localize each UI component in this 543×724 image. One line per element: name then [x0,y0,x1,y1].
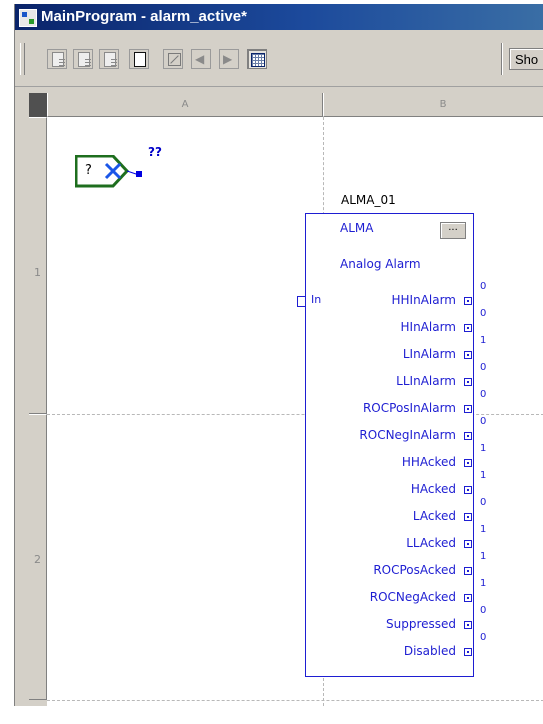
output-pin-value: 1 [480,578,487,589]
column-header-b[interactable]: B [323,93,543,117]
grid-toggle-button[interactable] [247,49,267,69]
properties-button[interactable] [47,49,67,69]
output-pin-value: 1 [480,551,487,562]
output-pin-label: LLInAlarm [396,374,456,388]
output-pin-label: LInAlarm [402,347,456,361]
block-properties-button[interactable]: ... [440,222,466,239]
show-dropdown[interactable]: Sho [509,48,543,70]
output-pin-value: 0 [480,362,487,373]
window-title: MainProgram - alarm_active* [41,8,247,25]
grid-icon [251,53,265,67]
column-header-a[interactable]: A [47,93,323,117]
new-sheet-icon [134,52,146,67]
output-pin-connector[interactable] [464,621,472,629]
output-pin-label: HInAlarm [400,320,456,334]
next-sheet-button[interactable]: ▶ [219,49,239,69]
output-pin-label: Suppressed [385,617,456,631]
output-pin-connector[interactable] [464,432,472,440]
row-divider [47,700,543,701]
block-description: Analog Alarm [340,257,421,271]
sheet-grid[interactable]: ? ?? ALMA_01 ALMA ... Analog Alarm In HH… [47,117,543,706]
alma-function-block[interactable]: ALMA ... Analog Alarm In HHInAlarm 0 HIn… [297,213,486,677]
block-instance-name[interactable]: ALMA_01 [341,193,396,207]
output-pin-connector[interactable] [464,324,472,332]
output-pin-connector[interactable] [464,378,472,386]
row-header-1[interactable]: 1 [29,117,47,414]
arrow-right-icon: ▶ [223,52,233,66]
new-sheet-button[interactable] [129,49,149,69]
arrow-left-icon: ◀ [195,52,205,66]
edit-tags-icon [78,52,91,67]
output-pin-connector[interactable] [464,567,472,575]
delete-sheet-button[interactable] [163,49,183,69]
output-pin-connector[interactable] [464,648,472,656]
verify-icon [104,52,117,67]
output-pin-connector[interactable] [464,351,472,359]
output-pin-connector[interactable] [464,459,472,467]
output-pin-connector[interactable] [464,405,472,413]
output-pin-value: 0 [480,632,487,643]
verify-button[interactable] [99,49,119,69]
toolbar-separator [501,43,503,75]
column-header-row: A B [15,93,543,117]
output-pin-connector[interactable] [464,297,472,305]
block-type: ALMA [340,221,374,235]
title-bar[interactable]: MainProgram - alarm_active* [15,4,543,30]
output-pin-connector[interactable] [464,513,472,521]
input-reference-tag: ?? [148,145,162,159]
routine-editor-window: MainProgram - alarm_active* ◀ ▶ Sho A B … [14,4,543,706]
output-pin-value: 0 [480,497,487,508]
output-pin-value: 0 [480,308,487,319]
output-pin-value: 0 [480,389,487,400]
row-header-2[interactable]: 2 [29,414,47,700]
output-pin-label: HAcked [410,482,456,496]
output-pin-label: HHAcked [401,455,456,469]
previous-sheet-button[interactable]: ◀ [191,49,211,69]
output-pin-label: ROCPosAcked [373,563,456,577]
output-pin-label: LLAcked [406,536,456,550]
output-pin-value: 1 [480,524,487,535]
output-pin-value: 0 [480,605,487,616]
output-pin-value: 1 [480,443,487,454]
output-pin-connector[interactable] [464,540,472,548]
input-pin-connector[interactable] [297,296,306,307]
properties-icon [52,52,65,67]
output-pin-value: 1 [480,470,487,481]
corner-cell [29,93,47,117]
output-pin-label: ROCPosInAlarm [362,401,456,415]
output-pin-value: 0 [480,416,487,427]
input-reference[interactable]: ? ?? [75,145,162,195]
output-pin-label: HHInAlarm [391,293,457,307]
edit-tags-button[interactable] [73,49,93,69]
output-pin-value: 0 [480,281,487,292]
sheet-canvas: A B 1 2 ? ?? ALMA_01 ALMA ... Analog Ala… [15,87,543,706]
toolbar-grip[interactable] [20,43,25,75]
routine-app-icon [19,9,37,27]
output-pin-label: LAcked [412,509,456,523]
output-pin-connector[interactable] [464,486,472,494]
input-pin-label: In [311,293,322,306]
fbd-toolbar: ◀ ▶ Sho [15,34,543,87]
output-pin-value: 1 [480,335,487,346]
output-pin-label: ROCNegInAlarm [359,428,456,442]
output-pin-label: ROCNegAcked [369,590,456,604]
input-reference-value: ? [85,163,92,178]
output-pin-label: Disabled [403,644,456,658]
output-pin-connector[interactable] [464,594,472,602]
